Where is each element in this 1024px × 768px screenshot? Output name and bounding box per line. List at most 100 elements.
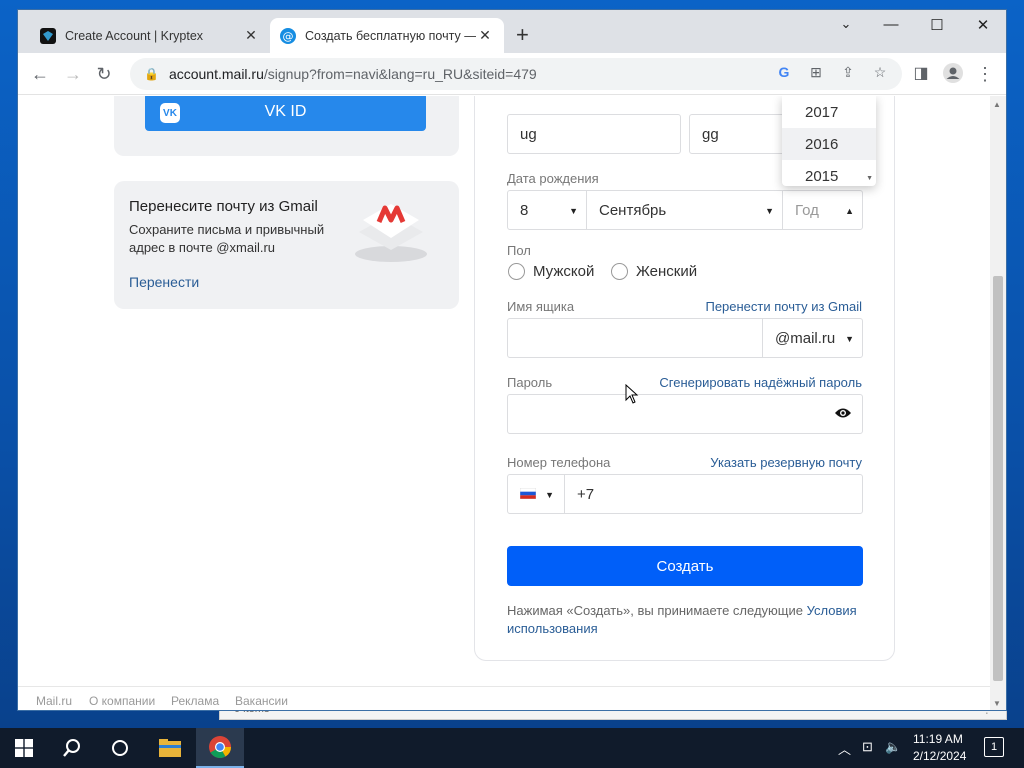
gender-female-label: Женский <box>636 263 698 280</box>
create-account-button[interactable]: Создать <box>507 546 863 586</box>
footer-link[interactable]: О компании <box>89 694 155 708</box>
network-icon[interactable]: ⊡ <box>862 739 873 755</box>
dob-day-select[interactable]: 8 ▼ <box>507 190 587 230</box>
scrollbar-thumb[interactable] <box>993 276 1003 681</box>
gmail-envelope-icon <box>351 196 431 264</box>
translate-icon[interactable]: ⊞ <box>806 64 826 81</box>
file-explorer-icon[interactable] <box>146 728 194 768</box>
year-option[interactable]: 2016 <box>782 128 876 160</box>
gmail-card-description: Сохраните письма и привычный адрес в поч… <box>129 222 325 255</box>
tab-search-chevron-icon[interactable]: ⌄ <box>831 16 861 32</box>
notification-center-icon[interactable]: 1 <box>984 737 1004 757</box>
dropdown-caret-icon: ▼ <box>845 334 854 344</box>
mailbox-input[interactable] <box>507 318 763 358</box>
backup-email-link[interactable]: Указать резервную почту <box>710 455 862 470</box>
share-icon[interactable]: ⇪ <box>838 64 858 81</box>
transfer-gmail-link[interactable]: Перенести почту из Gmail <box>705 299 862 314</box>
google-g-icon[interactable]: G <box>774 64 794 80</box>
dropdown-caret-up-icon: ▲ <box>845 206 854 216</box>
close-window-icon[interactable]: ✕ <box>968 16 998 34</box>
social-login-card: VK VK ID <box>114 96 459 156</box>
tab-strip: Create Account | Kryptex ✕ @ Создать бес… <box>18 10 1006 53</box>
phone-prefix: +7 <box>577 485 595 503</box>
browser-toolbar: ← → ↻ 🔒 account.mail.ru/signup?from=navi… <box>18 53 1006 95</box>
dob-year-placeholder: Год <box>795 201 819 219</box>
vk-id-button[interactable]: VK VK ID <box>145 96 426 131</box>
close-tab-icon[interactable]: ✕ <box>242 27 260 44</box>
lock-icon[interactable]: 🔒 <box>144 67 159 81</box>
chrome-taskbar-icon[interactable] <box>196 728 244 768</box>
chrome-menu-icon[interactable]: ⋮ <box>974 63 996 85</box>
last-name-value: gg <box>702 125 719 143</box>
country-code-select[interactable]: ▼ <box>507 474 565 514</box>
address-bar[interactable]: 🔒 account.mail.ru/signup?from=navi&lang=… <box>130 58 902 90</box>
eye-show-password-icon[interactable] <box>834 406 852 424</box>
domain-select[interactable]: @mail.ru ▼ <box>762 318 863 358</box>
vk-logo-icon: VK <box>160 103 180 123</box>
search-icon[interactable] <box>48 728 96 768</box>
mailbox-label: Имя ящика <box>507 299 575 314</box>
footer-link[interactable]: Вакансии <box>235 694 288 708</box>
maximize-icon[interactable]: ☐ <box>922 16 952 34</box>
dropdown-scroll-down-icon[interactable]: ▼ <box>866 175 873 182</box>
clock-time[interactable]: 11:19 AM <box>913 732 963 746</box>
tab-title: Create Account | Kryptex <box>65 28 204 43</box>
tray-chevron-up-icon[interactable]: ︿ <box>838 739 851 758</box>
gender-male-radio[interactable]: Мужской <box>508 263 594 280</box>
dob-label: Дата рождения <box>507 171 599 186</box>
page-scrollbar[interactable]: ▲ ▼ <box>990 96 1006 710</box>
minimize-icon[interactable]: — <box>876 16 906 33</box>
kryptex-icon <box>40 27 56 44</box>
scroll-up-arrow-icon[interactable]: ▲ <box>993 100 1001 109</box>
windows-start-icon[interactable] <box>0 728 48 768</box>
tab-mailru-signup[interactable]: @ Создать бесплатную почту — M ✕ <box>270 18 504 53</box>
gmail-card-title: Перенесите почту из Gmail <box>129 198 318 215</box>
radio-circle[interactable] <box>611 263 628 280</box>
russia-flag-icon <box>519 486 537 503</box>
footer-link[interactable]: Реклама <box>171 694 219 708</box>
dob-month-select[interactable]: Сентябрь ▼ <box>586 190 783 230</box>
year-option[interactable]: 2017 <box>782 96 876 128</box>
dob-year-select[interactable]: Год ▲ <box>782 190 863 230</box>
forward-arrow-icon[interactable]: → <box>62 63 84 85</box>
mailru-at-icon: @ <box>280 27 296 44</box>
dropdown-caret-icon: ▼ <box>545 490 554 500</box>
close-tab-icon[interactable]: ✕ <box>476 27 494 44</box>
clock-date[interactable]: 2/12/2024 <box>913 749 966 763</box>
profile-avatar-icon[interactable] <box>942 63 964 88</box>
windows-taskbar: ︿ ⊡ 🔈 11:19 AM 2/12/2024 1 <box>0 728 1024 768</box>
task-view-icon[interactable] <box>96 728 144 768</box>
dob-month-value: Сентябрь <box>599 201 667 219</box>
bookmark-star-icon[interactable]: ☆ <box>870 64 890 81</box>
url-text[interactable]: account.mail.ru/signup?from=navi&lang=ru… <box>169 66 537 82</box>
dob-day-value: 8 <box>520 201 529 219</box>
back-arrow-icon[interactable]: ← <box>29 63 51 85</box>
phone-input[interactable]: +7 <box>564 474 863 514</box>
vk-id-label: VK ID <box>264 103 307 120</box>
terms-text: Нажимая «Создать», вы принимаете следующ… <box>507 603 807 618</box>
radio-circle[interactable] <box>508 263 525 280</box>
last-name-input[interactable]: gg <box>689 114 789 154</box>
generate-password-link[interactable]: Сгенерировать надёжный пароль <box>659 375 862 390</box>
year-dropdown-list[interactable]: 2017 2016 2015 ▼ <box>782 96 876 186</box>
page-footer: Mail.ru О компании Реклама Вакансии <box>18 686 992 710</box>
footer-link[interactable]: Mail.ru <box>36 694 72 708</box>
mouse-cursor-icon <box>625 384 639 404</box>
tab-title: Создать бесплатную почту — M <box>305 28 476 43</box>
tab-kryptex[interactable]: Create Account | Kryptex ✕ <box>30 18 270 53</box>
volume-muted-icon[interactable]: 🔈 <box>885 739 901 755</box>
scroll-down-arrow-icon[interactable]: ▼ <box>993 699 1001 708</box>
first-name-input[interactable]: ug <box>507 114 681 154</box>
password-input[interactable] <box>507 394 863 434</box>
gmail-transfer-link[interactable]: Перенести <box>129 274 199 290</box>
phone-label: Номер телефона <box>507 455 611 470</box>
reload-icon[interactable]: ↻ <box>93 63 115 85</box>
side-panel-icon[interactable]: ◨ <box>910 63 932 85</box>
first-name-value: ug <box>520 125 537 143</box>
gender-female-radio[interactable]: Женский <box>611 263 697 280</box>
dropdown-caret-icon: ▼ <box>765 206 774 216</box>
password-label: Пароль <box>507 375 553 390</box>
year-option[interactable]: 2015 <box>782 160 876 186</box>
svg-text:@: @ <box>283 30 294 43</box>
new-tab-plus-icon[interactable]: + <box>516 24 529 46</box>
